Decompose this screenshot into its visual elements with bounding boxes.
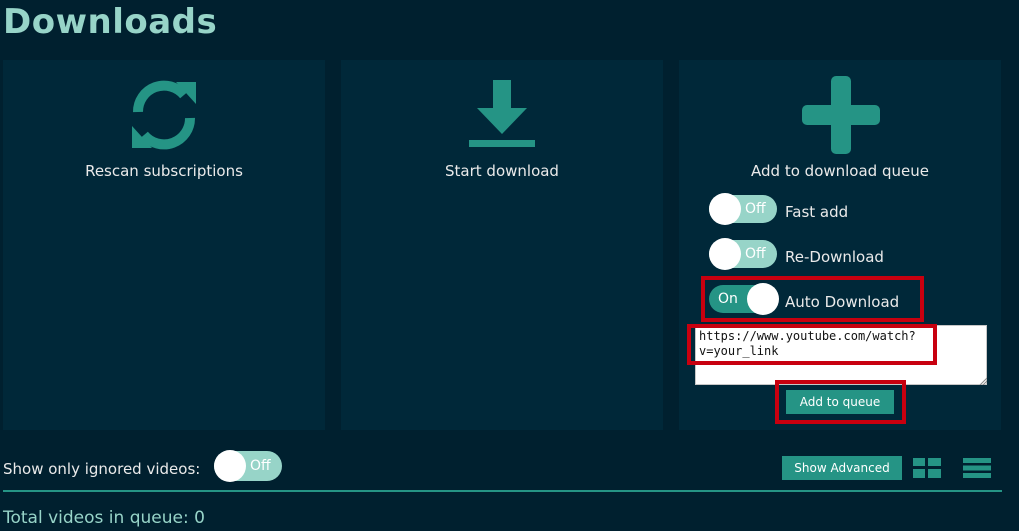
toggle-knob [709,238,741,270]
toggle-state: Off [250,458,271,474]
fast-add-toggle[interactable]: Off [709,193,777,225]
toggle-state: On [718,291,738,307]
list-view-icon[interactable] [963,458,991,478]
auto-download-toggle[interactable]: On [709,283,779,315]
rescan-card[interactable]: Rescan subscriptions [3,60,325,430]
toggle-state: Off [745,246,766,262]
re-download-label: Re-Download [785,248,884,266]
toggle-state: Off [745,201,766,217]
download-label[interactable]: Start download [341,162,663,180]
toggle-knob [709,193,741,225]
page-title: Downloads [3,2,218,42]
grid-view-icon[interactable] [913,458,941,478]
url-input[interactable]: https://www.youtube.com/watch?v=your_lin… [695,325,987,385]
fast-add-label: Fast add [785,203,849,221]
divider [3,490,1002,492]
ignored-videos-label: Show only ignored videos: [3,460,201,478]
re-download-toggle[interactable]: Off [709,238,777,270]
auto-download-label: Auto Download [785,293,900,311]
add-queue-label[interactable]: Add to download queue [679,162,1001,180]
download-icon[interactable] [467,80,537,150]
add-to-queue-button[interactable]: Add to queue [786,390,894,414]
rescan-label[interactable]: Rescan subscriptions [3,162,325,180]
toggle-knob [747,283,779,315]
refresh-icon[interactable] [128,78,200,152]
plus-icon[interactable] [800,74,882,156]
show-advanced-button[interactable]: Show Advanced [782,456,902,480]
download-card[interactable]: Start download [341,60,663,430]
toggle-knob [214,450,246,482]
ignored-videos-toggle[interactable]: Off [214,450,282,482]
resize-grip-icon[interactable] [979,377,987,385]
total-videos-label: Total videos in queue: 0 [3,508,205,528]
